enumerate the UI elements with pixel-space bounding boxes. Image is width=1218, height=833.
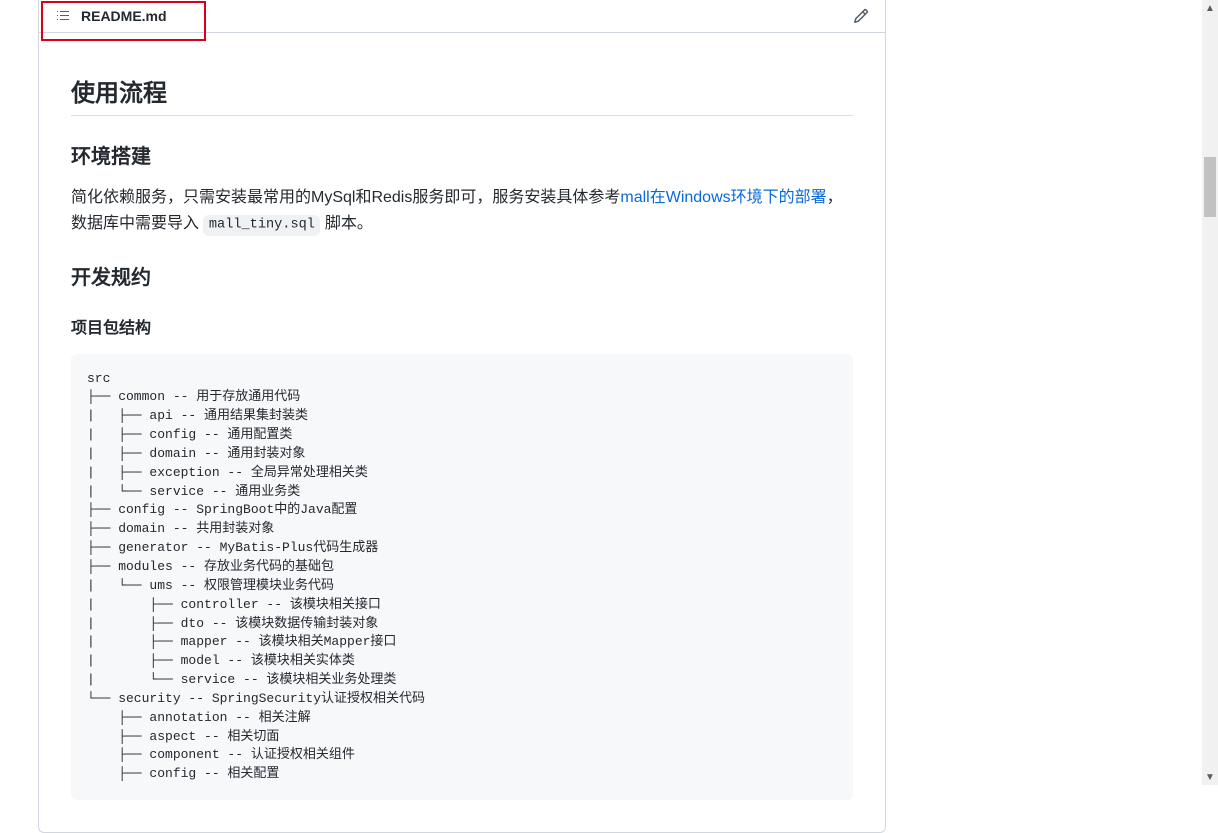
heading-usage-flow: 使用流程 xyxy=(71,73,853,116)
heading-dev-spec: 开发规约 xyxy=(71,261,853,290)
readme-header: README.md xyxy=(39,0,885,33)
scrollbar-up-arrow[interactable]: ▲ xyxy=(1202,0,1218,16)
package-tree-code: src ├── common -- 用于存放通用代码 | ├── api -- … xyxy=(71,354,853,801)
toc-icon[interactable] xyxy=(55,8,71,24)
heading-pkg-structure: 项目包结构 xyxy=(71,314,853,338)
env-text-tail: 脚本。 xyxy=(320,215,372,232)
env-sql-code: mall_tiny.sql xyxy=(203,215,320,235)
scrollbar-track[interactable]: ▲ ▼ xyxy=(1202,0,1218,785)
scrollbar-thumb[interactable] xyxy=(1204,157,1216,217)
env-text-before: 简化依赖服务，只需安装最常用的MySql和Redis服务即可，服务安装具体参考 xyxy=(71,189,620,206)
env-paragraph: 简化依赖服务，只需安装最常用的MySql和Redis服务即可，服务安装具体参考m… xyxy=(71,185,853,236)
readme-container: README.md 使用流程 环境搭建 简化依赖服务，只需安装最常用的MySql… xyxy=(38,0,886,833)
env-deploy-link[interactable]: mall在Windows环境下的部署 xyxy=(620,189,826,206)
scrollbar-down-arrow[interactable]: ▼ xyxy=(1202,769,1218,785)
edit-icon[interactable] xyxy=(853,8,869,24)
heading-env-setup: 环境搭建 xyxy=(71,140,853,169)
readme-filename: README.md xyxy=(81,8,167,24)
readme-body: 使用流程 环境搭建 简化依赖服务，只需安装最常用的MySql和Redis服务即可… xyxy=(39,33,885,832)
